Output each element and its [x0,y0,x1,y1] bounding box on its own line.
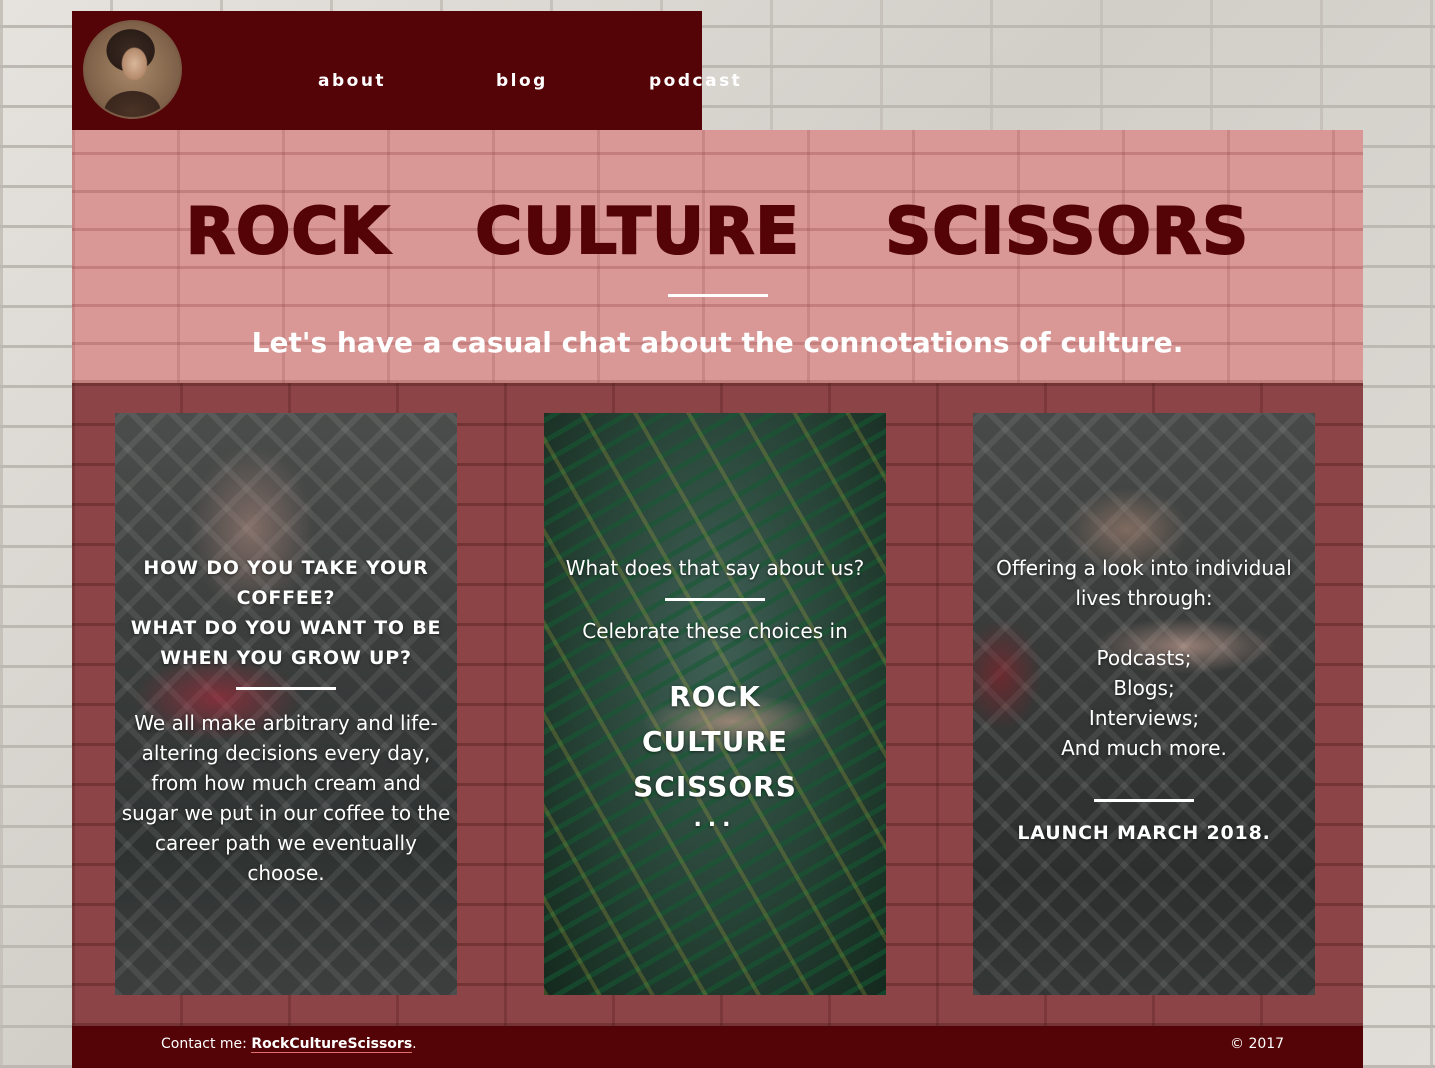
card-celebrate-divider [665,598,765,601]
footer: Contact me: RockCultureScissors. © 2017 [72,1026,1363,1068]
nav-link-podcast[interactable]: podcast [649,71,742,91]
ellipsis-dots: ... [693,807,737,832]
copyright: © 2017 [1230,1036,1285,1052]
footer-contact: Contact me: RockCultureScissors. [161,1036,417,1053]
card-coffee-text: We all make arbitrary and life-altering … [121,711,451,885]
card-celebrate-brand-culture: CULTURE [641,725,788,758]
card-offering-item-interviews: Interviews; [1088,706,1200,730]
hero-section: ROCK CULTURE SCISSORS Let's have a casua… [72,130,1363,383]
site-title: ROCK CULTURE SCISSORS [185,194,1250,270]
card-celebrate: What does that say about us? Celebrate t… [544,413,886,995]
card-offering-item-podcasts: Podcasts; [1096,646,1192,670]
card-offering: Offering a look into individual lives th… [973,413,1315,995]
nav-link-blog[interactable]: blog [496,71,548,91]
card-celebrate-body: What does that say about us? Celebrate t… [544,553,886,831]
card-offering-intro: Offering a look into individual lives th… [996,556,1292,610]
card-coffee-heading-2: WHAT DO YOU WANT TO BE WHEN YOU GROW UP? [130,617,442,669]
content-panel: HOW DO YOU TAKE YOUR COFFEE? WHAT DO YOU… [72,383,1363,1026]
card-offering-body: Offering a look into individual lives th… [973,553,1315,848]
card-celebrate-brand-rock: ROCK [669,680,761,713]
footer-contact-label: Contact me: [161,1036,252,1052]
card-coffee-divider [236,687,336,690]
nav-bar: about blog podcast [72,11,740,130]
card-coffee-body: HOW DO YOU TAKE YOUR COFFEE? WHAT DO YOU… [115,553,457,888]
card-offering-item-more: And much more. [1061,736,1227,760]
nav-link-about[interactable]: about [318,71,386,91]
card-offering-divider [1094,799,1194,802]
card-offering-item-blogs: Blogs; [1113,676,1175,700]
hero-divider [668,294,768,297]
footer-contact-suffix: . [412,1036,417,1052]
card-celebrate-text: Celebrate these choices in [582,619,848,643]
card-celebrate-brand-scissors: SCISSORS [633,770,797,803]
site-tagline: Let's have a casual chat about the conno… [251,326,1184,359]
card-celebrate-question: What does that say about us? [565,556,865,580]
avatar[interactable] [83,20,182,119]
card-coffee-heading-1: HOW DO YOU TAKE YOUR COFFEE? [143,557,429,609]
contact-link[interactable]: RockCultureScissors [251,1036,413,1053]
launch-announcement: LAUNCH MARCH 2018. [1017,822,1271,844]
card-coffee: HOW DO YOU TAKE YOUR COFFEE? WHAT DO YOU… [115,413,457,995]
